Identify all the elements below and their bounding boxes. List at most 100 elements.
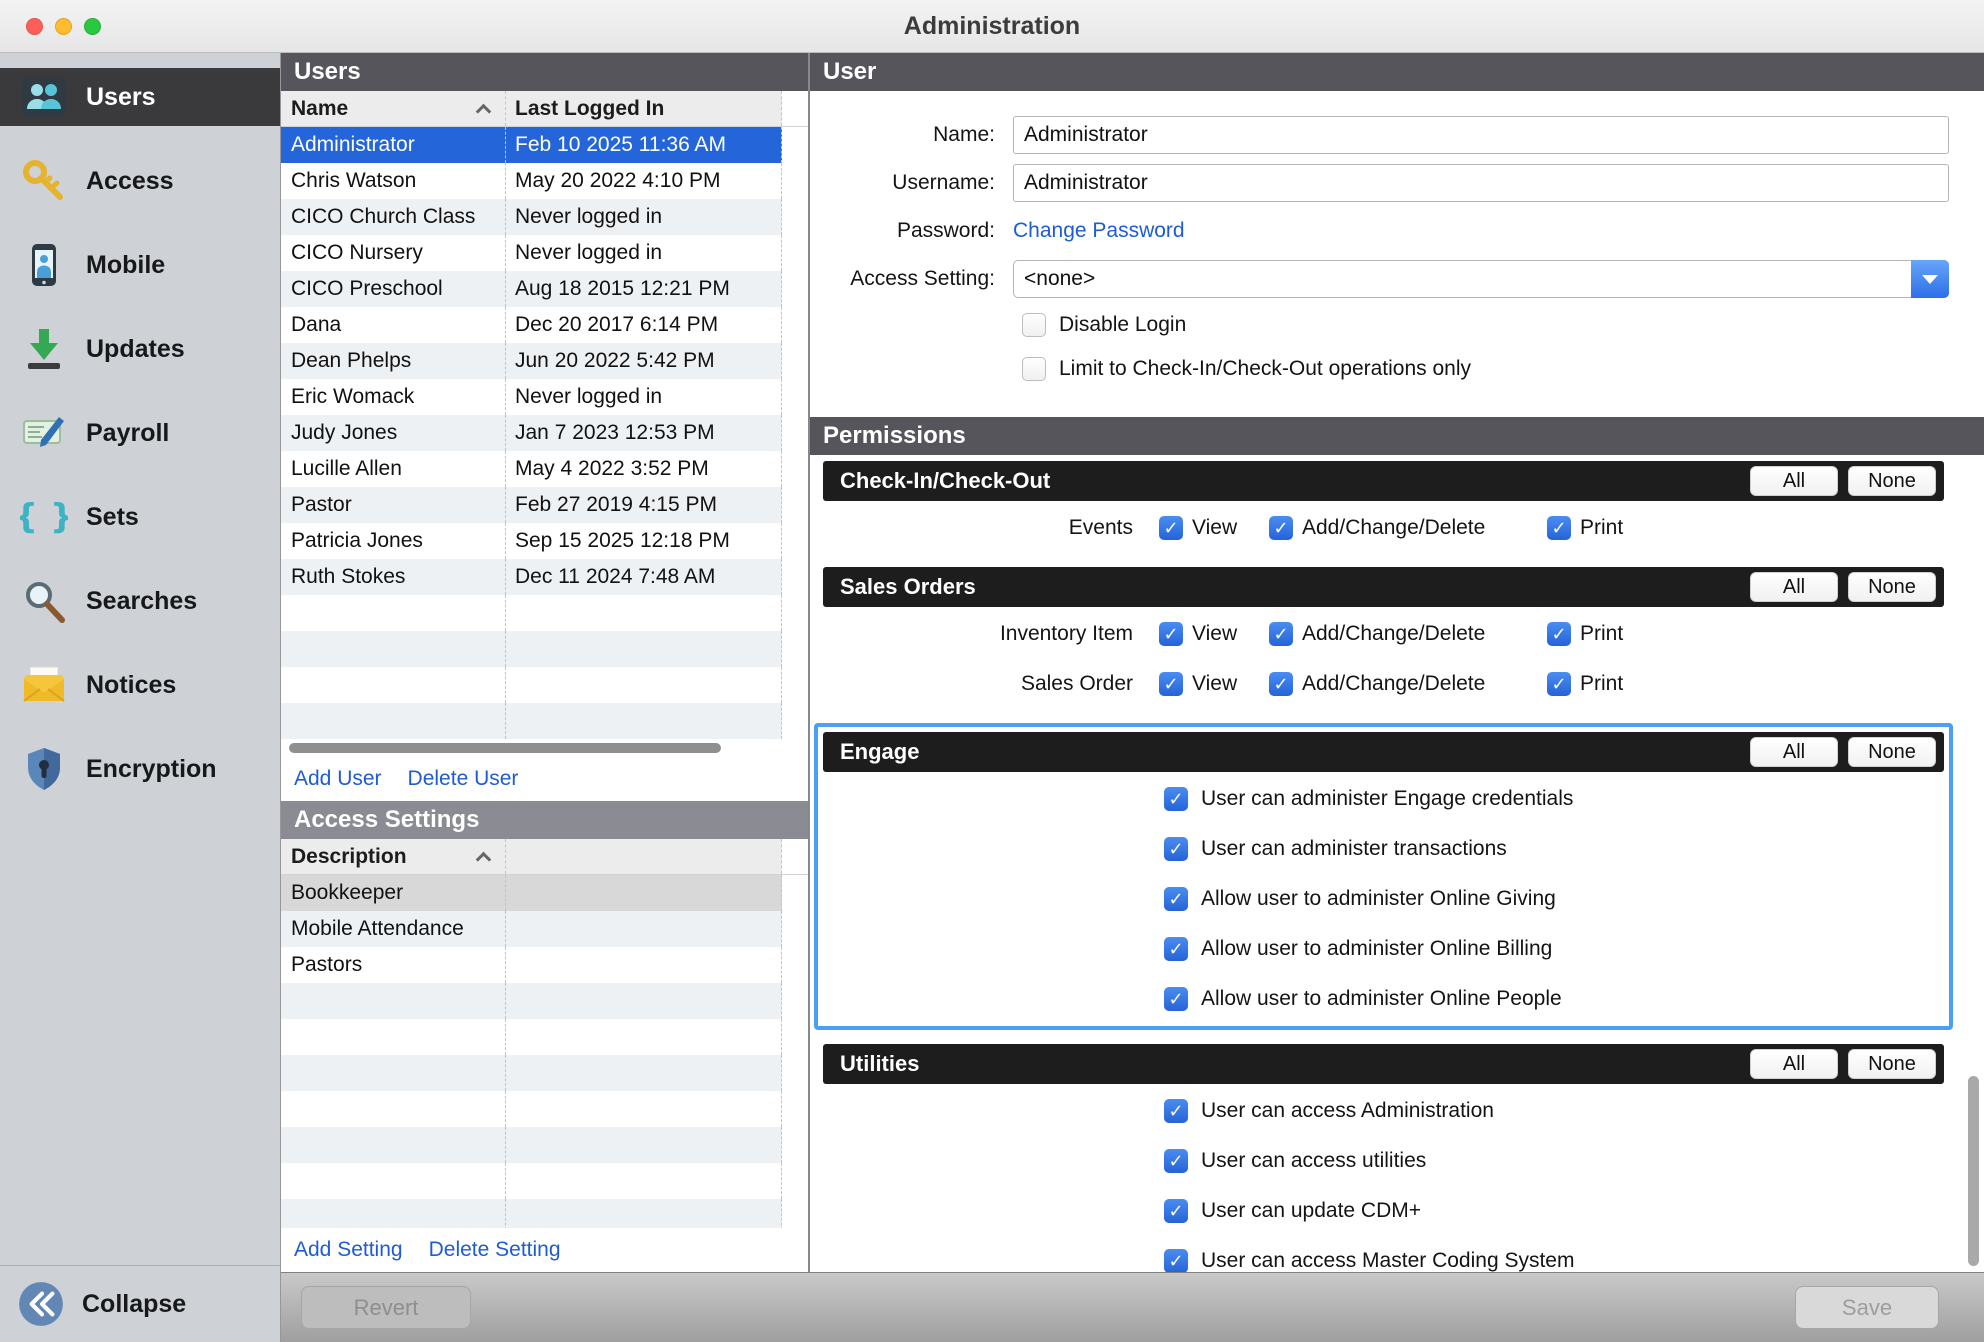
access-setting-select[interactable]: <none> [1013,260,1949,298]
horizontal-scrollbar-thumb[interactable] [289,743,721,753]
sidebar-item-notices[interactable]: Notices [0,656,280,714]
username-input[interactable] [1013,164,1949,202]
table-row-empty [281,1055,808,1091]
name-field-row: Name: [810,111,1984,159]
allow-user-to-administer-online-people-checkbox[interactable] [1164,987,1188,1011]
add-user-link[interactable]: Add User [294,767,382,791]
sidebar-item-payroll[interactable]: Payroll [0,404,280,462]
sidebar-item-updates[interactable]: Updates [0,320,280,378]
table-row[interactable]: PastorFeb 27 2019 4:15 PM [281,487,808,523]
events-print-checkbox[interactable] [1547,516,1571,540]
table-row[interactable]: DanaDec 20 2017 6:14 PM [281,307,808,343]
users-panel: Users Name Last Logged In AdministratorF… [281,53,810,1272]
table-row[interactable]: CICO PreschoolAug 18 2015 12:21 PM [281,271,808,307]
sidebar-item-users[interactable]: Users [0,68,280,126]
sidebar-item-mobile[interactable]: Mobile [0,236,280,294]
table-row[interactable]: CICO NurseryNever logged in [281,235,808,271]
none-button[interactable]: None [1848,466,1936,496]
column-header-last-logged-in[interactable]: Last Logged In [506,91,782,126]
name-input[interactable] [1013,116,1949,154]
section-title: Engage [840,739,919,765]
checkbox-label: User can update CDM+ [1201,1199,1421,1223]
dropdown-button[interactable] [1911,260,1949,298]
user-can-administer-transactions-checkbox[interactable] [1164,837,1188,861]
sidebar-item-access[interactable]: Access [0,152,280,210]
table-row[interactable]: Mobile Attendance [281,911,808,947]
none-button[interactable]: None [1848,572,1936,602]
all-button[interactable]: All [1750,572,1838,602]
table-row[interactable]: Eric WomackNever logged in [281,379,808,415]
change-password-link[interactable]: Change Password [1013,219,1185,243]
user-last-login-cell: Dec 20 2017 6:14 PM [506,307,782,343]
inventory-item-view-checkbox[interactable] [1159,622,1183,646]
password-field-row: Password: Change Password [810,207,1984,255]
none-button[interactable]: None [1848,737,1936,767]
permission-section-sales-orders: Sales Orders All None Inventory ItemViewAdd… [823,567,1944,709]
table-row[interactable]: Chris WatsonMay 20 2022 4:10 PM [281,163,808,199]
user-can-access-utilities-checkbox[interactable] [1164,1149,1188,1173]
table-row[interactable]: Pastors [281,947,808,983]
user-can-administer-engage-credentials-checkbox[interactable] [1164,787,1188,811]
allow-user-to-administer-online-billing-checkbox[interactable] [1164,937,1188,961]
none-button[interactable]: None [1848,1049,1936,1079]
all-button[interactable]: All [1750,1049,1838,1079]
table-gutter [782,1127,808,1163]
delete-setting-link[interactable]: Delete Setting [429,1238,561,1262]
all-button[interactable]: All [1750,737,1838,767]
zoom-button[interactable] [84,18,101,35]
vertical-scrollbar-thumb[interactable] [1968,1076,1979,1266]
sales-order-view-checkbox[interactable] [1159,672,1183,696]
user-can-update-cdm-checkbox[interactable] [1164,1199,1188,1223]
sidebar-item-sets[interactable]: { }Sets [0,488,280,546]
collapse-button[interactable]: Collapse [0,1265,280,1342]
events-view-checkbox[interactable] [1159,516,1183,540]
section-title: Sales Orders [840,574,976,600]
table-row[interactable]: AdministratorFeb 10 2025 11:36 AM [281,127,808,163]
sidebar-item-encryption[interactable]: Encryption [0,740,280,798]
limit-checkin-checkbox[interactable] [1022,357,1046,381]
permission-row-inventory-item: Inventory ItemViewAdd/Change/DeletePrint [823,609,1944,659]
inventory-item-add-change-delete-checkbox[interactable] [1269,622,1293,646]
all-button[interactable]: All [1750,466,1838,496]
sidebar-item-label: Payroll [86,419,169,448]
close-button[interactable] [26,18,43,35]
revert-button[interactable]: Revert [301,1286,471,1329]
table-row[interactable]: CICO Church ClassNever logged in [281,199,808,235]
window-title: Administration [0,12,1984,41]
column-header-last-logged-in-label: Last Logged In [515,97,664,121]
permission-item-row: Allow user to administer Online Billing [823,924,1944,974]
allow-user-to-administer-online-giving-checkbox[interactable] [1164,887,1188,911]
table-row-empty [281,1019,808,1055]
permission-item-row: Allow user to administer Online People [823,974,1944,1024]
table-row[interactable]: Dean PhelpsJun 20 2022 5:42 PM [281,343,808,379]
column-header-description[interactable]: Description [281,839,506,874]
column-header-name[interactable]: Name [281,91,506,126]
table-row[interactable]: Ruth StokesDec 11 2024 7:48 AM [281,559,808,595]
access-setting-value: <none> [1014,267,1095,291]
minimize-button[interactable] [55,18,72,35]
permission-item-row: User can update CDM+ [823,1186,1944,1236]
user-name-cell: Eric Womack [281,379,506,415]
table-row[interactable]: Bookkeeper [281,875,808,911]
user-can-access-administration-checkbox[interactable] [1164,1099,1188,1123]
payroll-icon [20,409,68,457]
user-last-login-cell: Aug 18 2015 12:21 PM [506,271,782,307]
sales-order-print-checkbox[interactable] [1547,672,1571,696]
table-row[interactable]: Patricia JonesSep 15 2025 12:18 PM [281,523,808,559]
user-name-cell: Chris Watson [281,163,506,199]
user-can-access-master-coding-system-checkbox[interactable] [1164,1249,1188,1272]
table-row[interactable]: Judy JonesJan 7 2023 12:53 PM [281,415,808,451]
checkbox-label: Print [1580,672,1623,696]
events-add-change-delete-checkbox[interactable] [1269,516,1293,540]
permissions-sections: Check-In/Check-OutAllNoneEventsViewAdd/C… [810,455,1984,1272]
disable-login-checkbox[interactable] [1022,313,1046,337]
table-gutter [782,1055,808,1091]
sales-order-add-change-delete-checkbox[interactable] [1269,672,1293,696]
table-gutter [782,487,808,523]
sidebar-item-searches[interactable]: Searches [0,572,280,630]
table-row[interactable]: Lucille AllenMay 4 2022 3:52 PM [281,451,808,487]
add-setting-link[interactable]: Add Setting [294,1238,403,1262]
delete-user-link[interactable]: Delete User [408,767,519,791]
inventory-item-print-checkbox[interactable] [1547,622,1571,646]
save-button[interactable]: Save [1795,1286,1939,1329]
